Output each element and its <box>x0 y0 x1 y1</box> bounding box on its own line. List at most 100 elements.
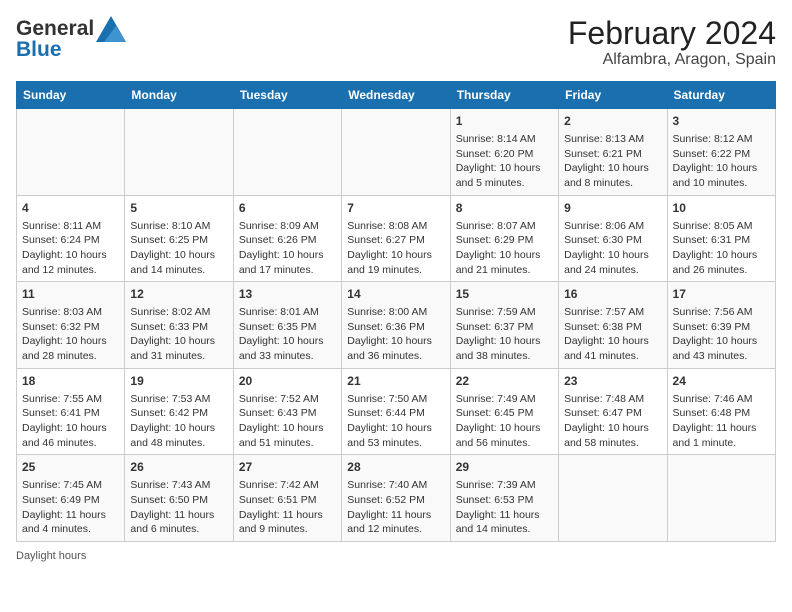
calendar-cell: 3Sunrise: 8:12 AM Sunset: 6:22 PM Daylig… <box>667 109 775 196</box>
day-info: Sunrise: 7:48 AM Sunset: 6:47 PM Dayligh… <box>564 392 661 451</box>
day-number: 8 <box>456 200 553 217</box>
calendar-cell: 4Sunrise: 8:11 AM Sunset: 6:24 PM Daylig… <box>17 195 125 282</box>
calendar-cell: 14 Sunrise: 8:00 AM Sunset: 6:36 PM Dayli… <box>342 282 450 369</box>
calendar-week-2: 4Sunrise: 8:11 AM Sunset: 6:24 PM Daylig… <box>17 195 776 282</box>
calendar-cell: 20 Sunrise: 7:52 AM Sunset: 6:43 PM Dayli… <box>233 368 341 455</box>
day-number: 10 <box>673 200 770 217</box>
calendar-cell <box>667 455 775 542</box>
calendar-week-1: 1 Sunrise: 8:14 AM Sunset: 6:20 PM Daylig… <box>17 109 776 196</box>
calendar-week-4: 18 Sunrise: 7:55 AM Sunset: 6:41 PM Dayli… <box>17 368 776 455</box>
day-info: Sunrise: 8:01 AM Sunset: 6:35 PM Dayligh… <box>239 305 336 364</box>
calendar-cell: 8 Sunrise: 8:07 AM Sunset: 6:29 PM Daylig… <box>450 195 558 282</box>
day-info: Sunrise: 8:08 AM Sunset: 6:27 PM Dayligh… <box>347 219 444 278</box>
day-number: 19 <box>130 373 227 390</box>
day-info: Sunrise: 8:14 AM Sunset: 6:20 PM Dayligh… <box>456 132 553 191</box>
day-number: 7 <box>347 200 444 217</box>
day-info: Sunrise: 7:39 AM Sunset: 6:53 PM Dayligh… <box>456 478 553 537</box>
day-info: Sunrise: 7:43 AM Sunset: 6:50 PM Dayligh… <box>130 478 227 537</box>
day-number: 17 <box>673 286 770 303</box>
calendar-cell: 17 Sunrise: 7:56 AM Sunset: 6:39 PM Dayli… <box>667 282 775 369</box>
day-number: 27 <box>239 459 336 476</box>
day-info: Sunrise: 8:05 AM Sunset: 6:31 PM Dayligh… <box>673 219 770 278</box>
calendar-cell: 26 Sunrise: 7:43 AM Sunset: 6:50 PM Dayli… <box>125 455 233 542</box>
day-number: 21 <box>347 373 444 390</box>
calendar-cell: 5 Sunrise: 8:10 AM Sunset: 6:25 PM Daylig… <box>125 195 233 282</box>
calendar-cell: 11 Sunrise: 8:03 AM Sunset: 6:32 PM Dayli… <box>17 282 125 369</box>
day-info: Sunrise: 8:02 AM Sunset: 6:33 PM Dayligh… <box>130 305 227 364</box>
logo: General Blue <box>16 16 126 62</box>
day-number: 28 <box>347 459 444 476</box>
day-number: 29 <box>456 459 553 476</box>
page-subtitle: Alfambra, Aragon, Spain <box>568 51 776 69</box>
day-number: 20 <box>239 373 336 390</box>
day-info: Sunrise: 8:09 AM Sunset: 6:26 PM Dayligh… <box>239 219 336 278</box>
day-number: 1 <box>456 113 553 130</box>
calendar-cell: 19 Sunrise: 7:53 AM Sunset: 6:42 PM Dayli… <box>125 368 233 455</box>
calendar-cell: 9Sunrise: 8:06 AM Sunset: 6:30 PM Daylig… <box>559 195 667 282</box>
day-number: 5 <box>130 200 227 217</box>
day-number: 24 <box>673 373 770 390</box>
day-info: Sunrise: 7:53 AM Sunset: 6:42 PM Dayligh… <box>130 392 227 451</box>
col-header-saturday: Saturday <box>667 82 775 109</box>
calendar-cell: 28 Sunrise: 7:40 AM Sunset: 6:52 PM Dayli… <box>342 455 450 542</box>
calendar-cell: 18 Sunrise: 7:55 AM Sunset: 6:41 PM Dayli… <box>17 368 125 455</box>
calendar-cell: 2Sunrise: 8:13 AM Sunset: 6:21 PM Daylig… <box>559 109 667 196</box>
calendar-cell: 24 Sunrise: 7:46 AM Sunset: 6:48 PM Dayli… <box>667 368 775 455</box>
calendar-cell: 12 Sunrise: 8:02 AM Sunset: 6:33 PM Dayli… <box>125 282 233 369</box>
day-info: Sunrise: 8:07 AM Sunset: 6:29 PM Dayligh… <box>456 219 553 278</box>
day-number: 26 <box>130 459 227 476</box>
calendar-cell: 13 Sunrise: 8:01 AM Sunset: 6:35 PM Dayli… <box>233 282 341 369</box>
calendar-cell: 27 Sunrise: 7:42 AM Sunset: 6:51 PM Dayli… <box>233 455 341 542</box>
calendar-cell: 7 Sunrise: 8:08 AM Sunset: 6:27 PM Daylig… <box>342 195 450 282</box>
calendar-cell: 21Sunrise: 7:50 AM Sunset: 6:44 PM Dayli… <box>342 368 450 455</box>
day-number: 22 <box>456 373 553 390</box>
day-number: 25 <box>22 459 119 476</box>
day-number: 13 <box>239 286 336 303</box>
col-header-monday: Monday <box>125 82 233 109</box>
footer: Daylight hours <box>16 550 776 562</box>
title-block: February 2024 Alfambra, Aragon, Spain <box>568 16 776 69</box>
day-number: 16 <box>564 286 661 303</box>
day-info: Sunrise: 7:59 AM Sunset: 6:37 PM Dayligh… <box>456 305 553 364</box>
calendar-cell: 10 Sunrise: 8:05 AM Sunset: 6:31 PM Dayli… <box>667 195 775 282</box>
day-number: 3 <box>673 113 770 130</box>
day-info: Sunrise: 8:13 AM Sunset: 6:21 PM Dayligh… <box>564 132 661 191</box>
day-number: 11 <box>22 286 119 303</box>
day-number: 15 <box>456 286 553 303</box>
col-header-thursday: Thursday <box>450 82 558 109</box>
day-number: 14 <box>347 286 444 303</box>
day-number: 6 <box>239 200 336 217</box>
day-info: Sunrise: 8:03 AM Sunset: 6:32 PM Dayligh… <box>22 305 119 364</box>
day-info: Sunrise: 8:00 AM Sunset: 6:36 PM Dayligh… <box>347 305 444 364</box>
day-info: Sunrise: 7:40 AM Sunset: 6:52 PM Dayligh… <box>347 478 444 537</box>
day-number: 12 <box>130 286 227 303</box>
calendar-table: SundayMondayTuesdayWednesdayThursdayFrid… <box>16 81 776 542</box>
calendar-cell <box>342 109 450 196</box>
daylight-hours-label: Daylight hours <box>16 550 86 562</box>
day-info: Sunrise: 7:55 AM Sunset: 6:41 PM Dayligh… <box>22 392 119 451</box>
calendar-cell <box>17 109 125 196</box>
calendar-cell: 25 Sunrise: 7:45 AM Sunset: 6:49 PM Dayli… <box>17 455 125 542</box>
day-info: Sunrise: 7:42 AM Sunset: 6:51 PM Dayligh… <box>239 478 336 537</box>
logo-icon <box>96 16 126 42</box>
calendar-cell: 6 Sunrise: 8:09 AM Sunset: 6:26 PM Daylig… <box>233 195 341 282</box>
calendar-cell: 23 Sunrise: 7:48 AM Sunset: 6:47 PM Dayli… <box>559 368 667 455</box>
calendar-cell <box>559 455 667 542</box>
day-info: Sunrise: 7:52 AM Sunset: 6:43 PM Dayligh… <box>239 392 336 451</box>
day-info: Sunrise: 7:46 AM Sunset: 6:48 PM Dayligh… <box>673 392 770 451</box>
calendar-cell: 16Sunrise: 7:57 AM Sunset: 6:38 PM Dayli… <box>559 282 667 369</box>
calendar-cell: 1 Sunrise: 8:14 AM Sunset: 6:20 PM Daylig… <box>450 109 558 196</box>
calendar-cell: 15 Sunrise: 7:59 AM Sunset: 6:37 PM Dayli… <box>450 282 558 369</box>
day-info: Sunrise: 7:56 AM Sunset: 6:39 PM Dayligh… <box>673 305 770 364</box>
calendar-week-5: 25 Sunrise: 7:45 AM Sunset: 6:49 PM Dayli… <box>17 455 776 542</box>
day-info: Sunrise: 7:45 AM Sunset: 6:49 PM Dayligh… <box>22 478 119 537</box>
day-number: 18 <box>22 373 119 390</box>
day-number: 23 <box>564 373 661 390</box>
page-header: General Blue February 2024 Alfambra, Ara… <box>16 16 776 69</box>
day-info: Sunrise: 8:06 AM Sunset: 6:30 PM Dayligh… <box>564 219 661 278</box>
day-number: 4 <box>22 200 119 217</box>
col-header-friday: Friday <box>559 82 667 109</box>
calendar-cell <box>233 109 341 196</box>
day-info: Sunrise: 8:10 AM Sunset: 6:25 PM Dayligh… <box>130 219 227 278</box>
calendar-cell <box>125 109 233 196</box>
